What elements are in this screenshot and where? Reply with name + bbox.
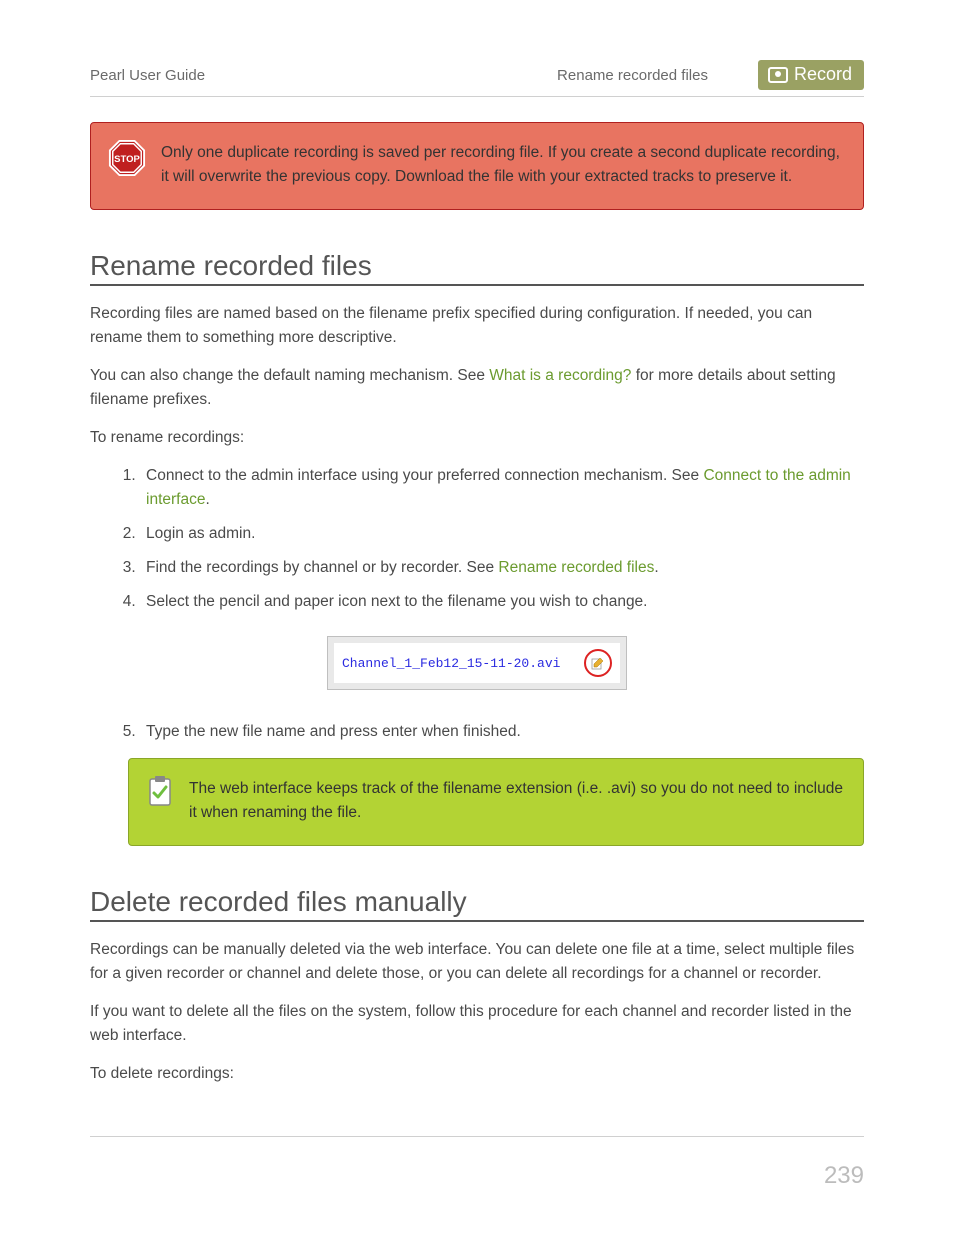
section-title: Rename recorded files [557,67,708,84]
alert-text: Only one duplicate recording is saved pe… [161,139,843,189]
rename-steps-cont: Type the new file name and press enter w… [90,720,864,744]
record-badge-label: Record [794,64,852,85]
pencil-icon[interactable] [591,656,605,670]
filename-text: Channel_1_Feb12_15-11-20.avi [342,656,560,671]
step-1: Connect to the admin interface using you… [140,464,864,512]
heading-delete: Delete recorded files manually [90,886,864,922]
heading-rename: Rename recorded files [90,250,864,286]
rename-lead: To rename recordings: [90,426,864,450]
record-badge: Record [758,60,864,90]
svg-text:STOP: STOP [114,154,140,165]
delete-intro-2: If you want to delete all the files on t… [90,1000,864,1048]
info-note: The web interface keeps track of the fil… [128,758,864,846]
stop-alert: STOP Only one duplicate recording is sav… [90,122,864,210]
delete-lead: To delete recordings: [90,1062,864,1086]
stop-icon: STOP [107,139,147,177]
step-5: Type the new file name and press enter w… [140,720,864,744]
step-3: Find the recordings by channel or by rec… [140,556,864,580]
delete-intro-1: Recordings can be manually deleted via t… [90,938,864,986]
rename-intro-1: Recording files are named based on the f… [90,302,864,350]
rename-steps: Connect to the admin interface using you… [90,464,864,614]
step-2: Login as admin. [140,522,864,546]
link-rename-files[interactable]: Rename recorded files [498,559,654,576]
guide-title: Pearl User Guide [90,67,557,84]
rename-intro-2: You can also change the default naming m… [90,364,864,412]
step-4: Select the pencil and paper icon next to… [140,590,864,614]
clipboard-check-icon [145,775,175,807]
note-text: The web interface keeps track of the fil… [189,775,843,825]
camera-icon [768,67,788,83]
edit-highlight-circle [584,649,612,677]
filename-example: Channel_1_Feb12_15-11-20.avi [327,636,627,690]
page-number: 239 [90,1162,864,1190]
page-header: Pearl User Guide Rename recorded files R… [90,60,864,97]
footer-rule [90,1136,864,1137]
page-footer: 239 [90,1136,864,1190]
link-what-is-recording[interactable]: What is a recording? [489,367,631,384]
